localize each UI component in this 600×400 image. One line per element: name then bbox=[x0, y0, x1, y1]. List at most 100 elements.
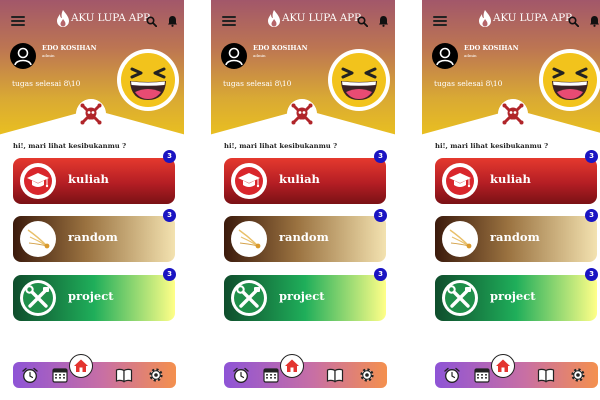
category-card-project[interactable]: project bbox=[224, 275, 386, 321]
hamburger-menu-icon[interactable] bbox=[11, 16, 25, 26]
category-card-project[interactable]: project bbox=[13, 275, 175, 321]
hamburger-menu-icon[interactable] bbox=[433, 16, 447, 26]
card-icon-circle bbox=[20, 221, 56, 257]
user-name: EDO KOSIHAN bbox=[42, 44, 97, 52]
book-icon[interactable] bbox=[115, 366, 133, 384]
flame-logo-icon bbox=[268, 10, 280, 27]
category-card-kuliah[interactable]: kuliah bbox=[224, 158, 386, 204]
comet-icon bbox=[27, 229, 50, 249]
greeting-text: hi!, mari lihat kesibukanmu ? bbox=[435, 142, 549, 150]
bell-icon[interactable] bbox=[589, 15, 600, 27]
home-icon bbox=[285, 359, 299, 372]
tasks-progress-text: tugas selesai 8\10 bbox=[223, 79, 292, 88]
tasks-progress-text: tugas selesai 8\10 bbox=[12, 79, 81, 88]
category-card-kuliah[interactable]: kuliah bbox=[13, 158, 175, 204]
card-icon-circle bbox=[442, 163, 478, 199]
user-role: admin bbox=[464, 53, 477, 58]
bell-icon[interactable] bbox=[167, 15, 178, 27]
home-button[interactable] bbox=[69, 354, 93, 378]
category-card-random[interactable]: random bbox=[224, 216, 386, 262]
user-role: admin bbox=[42, 53, 55, 58]
greeting-text: hi!, mari lihat kesibukanmu ? bbox=[224, 142, 338, 150]
alarm-clock-icon[interactable] bbox=[232, 366, 250, 384]
avatar[interactable] bbox=[10, 43, 36, 69]
card-label: project bbox=[68, 289, 114, 303]
card-icon-circle bbox=[20, 280, 56, 316]
card-badge: 3 bbox=[374, 209, 387, 222]
bottom-navbar bbox=[224, 362, 387, 388]
graduation-cap-icon bbox=[24, 167, 52, 195]
avatar[interactable] bbox=[432, 43, 458, 69]
graduation-cap-icon bbox=[446, 167, 474, 195]
category-card-random[interactable]: random bbox=[13, 216, 175, 262]
card-label: random bbox=[490, 230, 540, 244]
card-badge: 3 bbox=[374, 150, 387, 163]
card-label: random bbox=[68, 230, 118, 244]
alarm-clock-icon[interactable] bbox=[21, 366, 39, 384]
card-icon-circle bbox=[20, 163, 56, 199]
card-label: kuliah bbox=[68, 172, 109, 186]
card-badge: 3 bbox=[163, 209, 176, 222]
book-icon[interactable] bbox=[326, 366, 344, 384]
card-icon-circle bbox=[442, 221, 478, 257]
settings-gear-icon[interactable] bbox=[358, 366, 376, 384]
calendar-icon[interactable] bbox=[473, 366, 491, 384]
hamburger-menu-icon[interactable] bbox=[222, 16, 236, 26]
app-title: AKU LUPA APP bbox=[282, 12, 361, 24]
home-icon bbox=[74, 359, 88, 372]
user-avatar-icon bbox=[14, 47, 32, 66]
graduation-cap-icon bbox=[235, 167, 263, 195]
card-badge: 3 bbox=[585, 150, 598, 163]
phone-screen-2: AKU LUPA APP EDO KOSIHAN admin tugas sel… bbox=[211, 0, 395, 400]
card-badge: 3 bbox=[585, 268, 598, 281]
skull-crossbones-icon[interactable] bbox=[287, 99, 317, 129]
card-badge: 3 bbox=[163, 150, 176, 163]
category-card-random[interactable]: random bbox=[435, 216, 597, 262]
flame-logo-icon bbox=[57, 10, 69, 27]
skull-crossbones-icon[interactable] bbox=[498, 99, 528, 129]
search-icon[interactable] bbox=[357, 16, 368, 27]
greeting-text: hi!, mari lihat kesibukanmu ? bbox=[13, 142, 127, 150]
card-icon-circle bbox=[231, 221, 267, 257]
user-name: EDO KOSIHAN bbox=[464, 44, 519, 52]
card-label: project bbox=[490, 289, 536, 303]
settings-gear-icon[interactable] bbox=[569, 366, 587, 384]
book-icon[interactable] bbox=[537, 366, 555, 384]
user-avatar-icon bbox=[436, 47, 454, 66]
card-label: kuliah bbox=[490, 172, 531, 186]
bell-icon[interactable] bbox=[378, 15, 389, 27]
home-icon bbox=[496, 359, 510, 372]
card-badge: 3 bbox=[163, 268, 176, 281]
calendar-icon[interactable] bbox=[51, 366, 69, 384]
card-badge: 3 bbox=[585, 209, 598, 222]
card-label: project bbox=[279, 289, 325, 303]
category-card-kuliah[interactable]: kuliah bbox=[435, 158, 597, 204]
user-name: EDO KOSIHAN bbox=[253, 44, 308, 52]
home-button[interactable] bbox=[280, 354, 304, 378]
phone-screen-1: AKU LUPA APP EDO KOSIHAN admin tugas sel… bbox=[0, 0, 184, 400]
comet-icon bbox=[238, 229, 261, 249]
tasks-progress-text: tugas selesai 8\10 bbox=[434, 79, 503, 88]
category-card-project[interactable]: project bbox=[435, 275, 597, 321]
settings-gear-icon[interactable] bbox=[147, 366, 165, 384]
search-icon[interactable] bbox=[146, 16, 157, 27]
card-icon-circle bbox=[442, 280, 478, 316]
card-badge: 3 bbox=[374, 268, 387, 281]
skull-crossbones-icon[interactable] bbox=[76, 99, 106, 129]
search-icon[interactable] bbox=[568, 16, 579, 27]
laughing-emoji-icon bbox=[117, 49, 179, 111]
home-button[interactable] bbox=[491, 354, 515, 378]
user-avatar-icon bbox=[225, 47, 243, 66]
calendar-icon[interactable] bbox=[262, 366, 280, 384]
card-label: random bbox=[279, 230, 329, 244]
comet-icon bbox=[449, 229, 472, 249]
app-title: AKU LUPA APP bbox=[71, 12, 150, 24]
bottom-navbar bbox=[13, 362, 176, 388]
alarm-clock-icon[interactable] bbox=[443, 366, 461, 384]
tools-icon bbox=[234, 283, 264, 313]
tools-icon bbox=[23, 283, 53, 313]
card-label: kuliah bbox=[279, 172, 320, 186]
laughing-emoji-icon bbox=[328, 49, 390, 111]
avatar[interactable] bbox=[221, 43, 247, 69]
app-title: AKU LUPA APP bbox=[493, 12, 572, 24]
